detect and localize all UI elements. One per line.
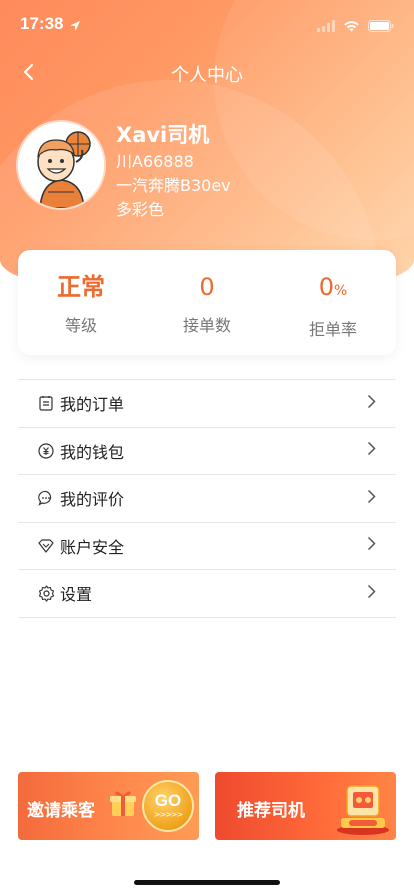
status-bar: 17:38 <box>0 0 414 50</box>
stat-value-wrap: 0% <box>270 272 396 306</box>
stat-level: 正常 等级 <box>18 250 144 355</box>
page-title: 个人中心 <box>171 65 243 86</box>
chevron-right-icon <box>367 489 376 508</box>
battery-icon <box>368 17 394 36</box>
wifi-icon <box>343 17 360 36</box>
wallet-icon <box>36 441 56 461</box>
stat-unit: % <box>333 283 348 299</box>
invite-passenger-banner[interactable]: 邀请乘客 GO >>>>> <box>18 772 199 840</box>
cartoon-avatar-icon <box>18 122 104 208</box>
home-indicator <box>134 880 280 885</box>
chevron-right-icon <box>367 394 376 413</box>
shield-icon <box>36 536 56 556</box>
driver-name: Xavi司机 <box>116 123 210 147</box>
stat-label: 等级 <box>64 316 97 335</box>
nav-bar: 个人中心 <box>0 50 414 94</box>
stat-label: 接单数 <box>182 316 231 335</box>
stat-reject-rate: 0% 拒单率 <box>270 250 396 355</box>
stat-value: 正常 <box>57 273 105 301</box>
menu-label: 我的订单 <box>60 395 125 415</box>
go-arrows: >>>>> <box>153 810 183 819</box>
stat-value: 0 <box>318 273 334 301</box>
gift-box-icon <box>108 788 138 822</box>
comment-icon <box>36 488 56 508</box>
recommend-driver-banner[interactable]: 推荐司机 <box>215 772 396 840</box>
chevron-right-icon <box>367 536 376 555</box>
menu-item-settings[interactable]: 设置 <box>18 570 396 618</box>
menu-item-reviews[interactable]: 我的评价 <box>18 475 396 523</box>
stats-card: 正常 等级 0 接单数 0% 拒单率 <box>18 250 396 355</box>
gear-icon <box>36 583 56 603</box>
status-time: 17:38 <box>20 14 64 33</box>
banner-label: 邀请乘客 <box>27 801 95 821</box>
cellular-signal-icon <box>317 17 335 36</box>
chevron-right-icon <box>367 584 376 603</box>
menu-item-orders[interactable]: 我的订单 <box>18 380 396 428</box>
banner-label: 推荐司机 <box>237 801 305 821</box>
go-button[interactable]: GO >>>>> <box>142 780 194 832</box>
go-label: GO <box>154 791 182 810</box>
car-color: 多彩色 <box>116 200 165 219</box>
stat-orders: 0 接单数 <box>144 250 270 355</box>
location-arrow-icon <box>69 17 81 36</box>
gift-stage-illustration-icon <box>335 778 391 840</box>
menu-item-security[interactable]: 账户安全 <box>18 523 396 570</box>
profile-info: Xavi司机 川A66888 一汽奔腾B30ev 多彩色 <box>116 120 231 222</box>
order-icon <box>36 393 56 413</box>
stat-label: 拒单率 <box>308 320 357 339</box>
menu-item-wallet[interactable]: 我的钱包 <box>18 428 396 475</box>
chevron-right-icon <box>367 441 376 460</box>
menu-list: 我的订单 我的钱包 我的评价 账户安全 设置 <box>18 379 396 618</box>
menu-label: 账户安全 <box>60 537 125 557</box>
license-plate: 川A66888 <box>116 152 194 171</box>
car-model: 一汽奔腾B30ev <box>116 176 231 195</box>
menu-label: 设置 <box>60 585 93 605</box>
menu-label: 我的评价 <box>60 490 125 510</box>
menu-label: 我的钱包 <box>60 442 125 462</box>
stat-value: 0 <box>199 273 215 301</box>
avatar[interactable] <box>18 122 104 208</box>
